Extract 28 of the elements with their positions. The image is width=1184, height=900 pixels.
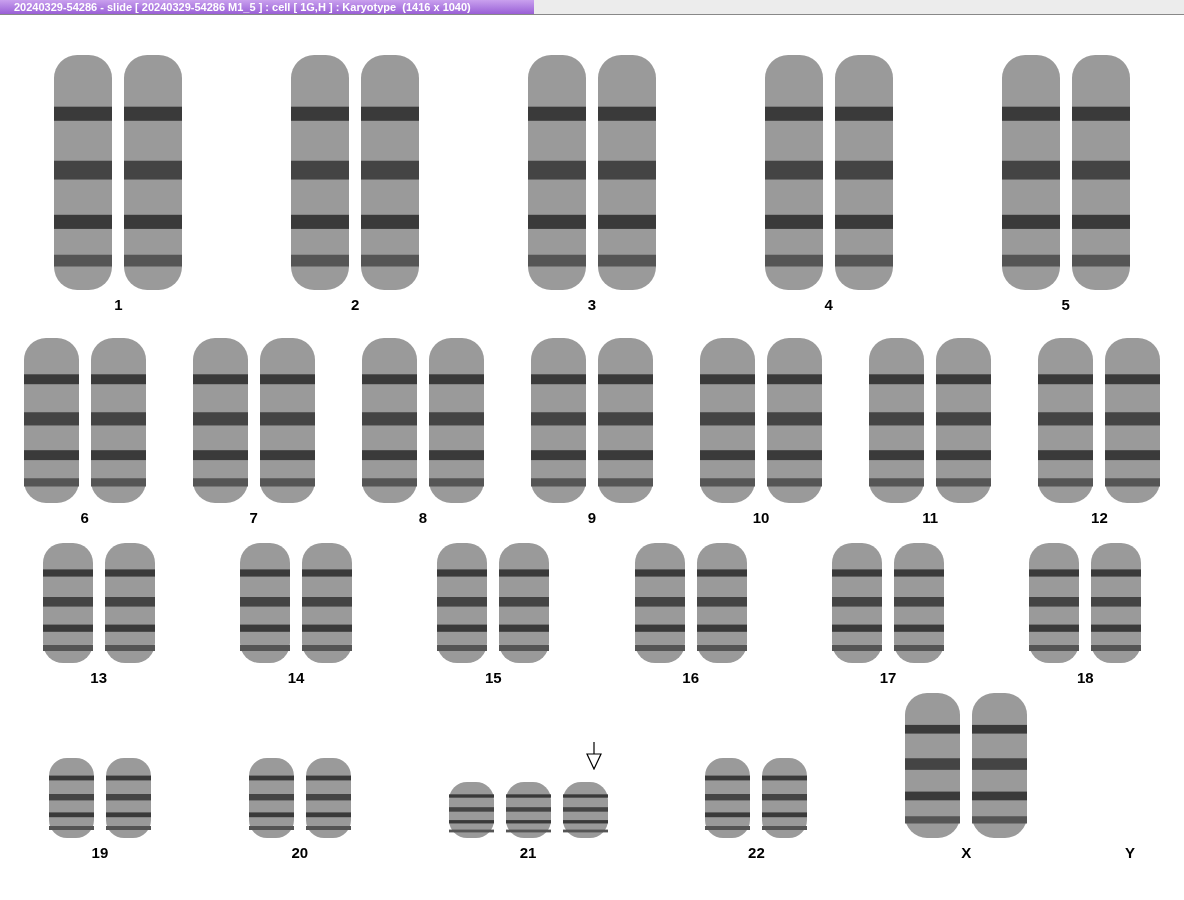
chromosome-number: Y xyxy=(1125,842,1136,863)
chromosome-number: 6 xyxy=(80,507,89,528)
chromosome-number: 8 xyxy=(418,507,427,528)
chromosome-number: 21 xyxy=(519,842,537,863)
chromosome-number: 11 xyxy=(922,507,939,528)
chromosome-number: 22 xyxy=(748,842,765,863)
chromosome-number: 15 xyxy=(484,667,502,688)
chromosome-drawing xyxy=(562,781,608,838)
chromosome-number: 1 xyxy=(114,294,123,315)
chromosome-drawing xyxy=(448,781,494,838)
chromosome-number: 20 xyxy=(291,842,309,863)
window-title: 20240329-54286 - slide [ 20240329-54286 M1_5 ] : cell [ 1G,H ] : Karyotype (1416 x 1040) xyxy=(0,0,534,14)
chromosome-number: 4 xyxy=(824,294,833,315)
chromosome-number: 18 xyxy=(1076,667,1094,688)
chromosome-number: 19 xyxy=(91,842,109,863)
chromosome-number: 17 xyxy=(879,667,897,688)
chromosome-number: 14 xyxy=(287,667,305,688)
chromosome-drawing xyxy=(505,781,551,838)
chromosome-number: 3 xyxy=(587,294,597,315)
chromosome-number: 10 xyxy=(752,507,770,528)
chromosome-number: 9 xyxy=(587,507,597,528)
chromosome-number: X xyxy=(961,842,972,863)
chromosome-number: 2 xyxy=(351,294,360,315)
chromosome-number: 12 xyxy=(1091,507,1108,528)
chromosome-number: 16 xyxy=(682,667,699,688)
chromosome-number: 7 xyxy=(249,507,258,528)
chromosome-number: 5 xyxy=(1061,294,1070,315)
chromosome-number: 13 xyxy=(90,667,107,688)
